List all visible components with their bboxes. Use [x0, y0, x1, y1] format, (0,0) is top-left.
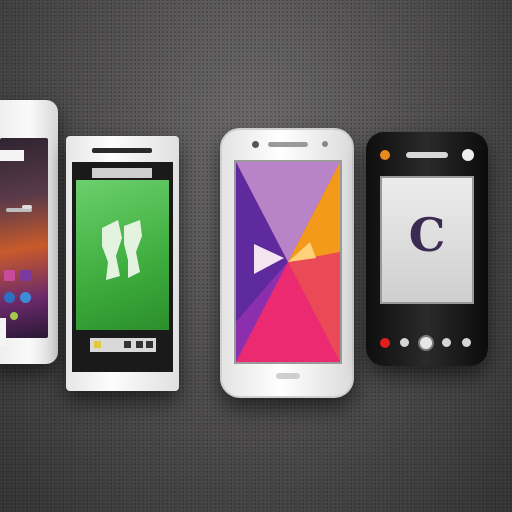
camera-icon	[252, 141, 259, 148]
phone-right-screen: C	[380, 176, 474, 304]
abstract-shape-icon	[102, 220, 142, 280]
indicator-dot-1	[124, 341, 131, 348]
camera-icon	[462, 149, 474, 161]
status-bar-block	[0, 150, 24, 161]
phone-green-screen	[66, 136, 179, 391]
indicator-dot-3	[146, 341, 153, 348]
screen-logo-letter: C	[408, 208, 446, 262]
navigation-button-icon	[418, 335, 434, 351]
end-call-button-icon	[380, 338, 390, 348]
app-icon-2	[20, 270, 31, 281]
keypad-button-3	[462, 338, 471, 347]
phone-green-screen-display	[76, 180, 169, 330]
indicator-dot-2	[136, 341, 143, 348]
speaker-grille	[22, 205, 32, 209]
phone-left-white	[0, 100, 58, 364]
indicator-dot-yellow	[94, 341, 101, 348]
wallpaper-burst-graphic	[236, 162, 340, 362]
speaker-icon	[92, 148, 152, 153]
phone-left-screen	[0, 138, 48, 338]
keypad-button-2	[442, 338, 451, 347]
app-icon-5	[10, 312, 18, 320]
sensor-icon	[322, 141, 328, 147]
side-bar-block	[0, 318, 6, 346]
home-button-icon	[276, 373, 300, 379]
power-led-icon	[380, 150, 390, 160]
phone-center-white	[220, 128, 354, 398]
app-icon-4	[20, 292, 31, 303]
app-icon-1	[4, 270, 15, 281]
app-icon-3	[4, 292, 15, 303]
speaker-icon	[406, 152, 448, 158]
phone-center-screen	[234, 160, 342, 364]
keypad-button-1	[400, 338, 409, 347]
phone-right-black: C	[366, 132, 488, 366]
phone-green-status-bar	[92, 168, 152, 178]
speaker-icon	[268, 142, 308, 147]
